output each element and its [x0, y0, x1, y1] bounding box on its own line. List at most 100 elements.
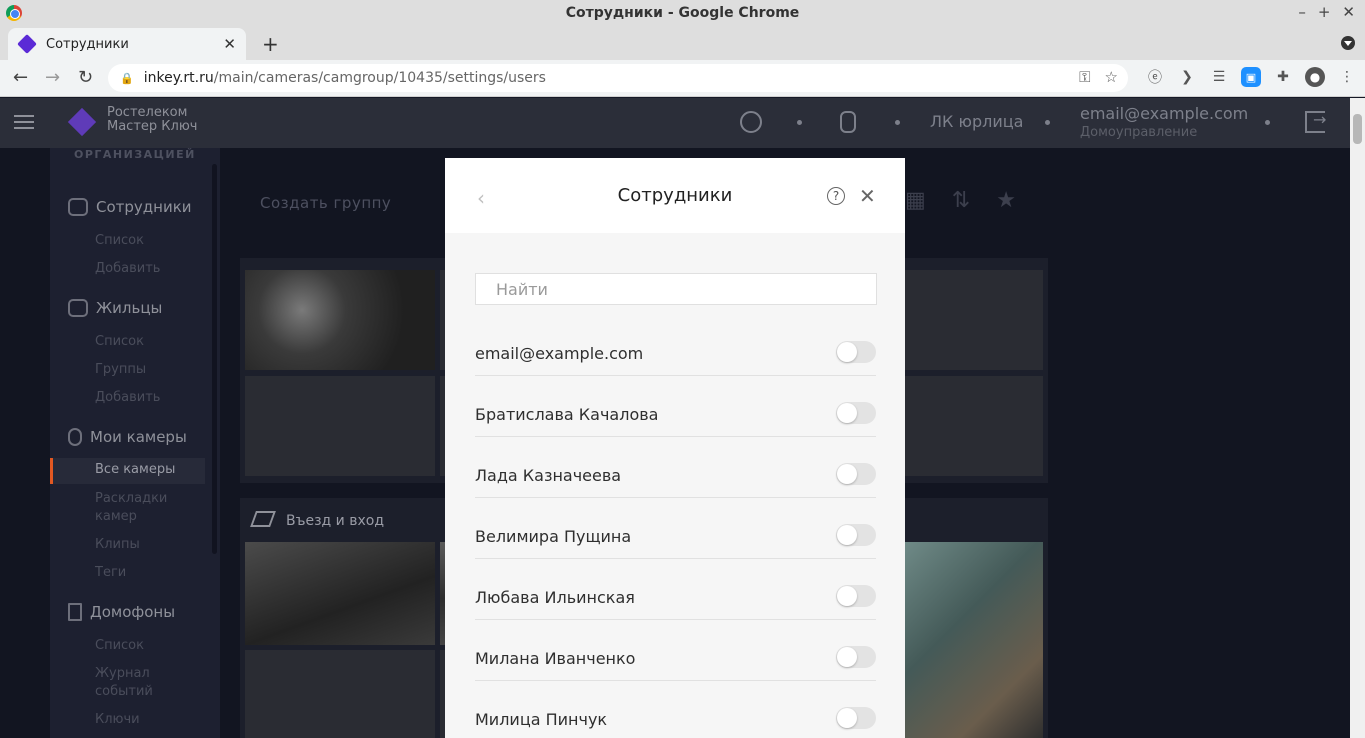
sidebar-section-label: Сотрудники — [96, 198, 192, 216]
sidebar-section-label: Домофоны — [90, 603, 176, 621]
reading-list-icon[interactable]: ☰ — [1209, 67, 1229, 87]
user-name: Братислава Качалова — [475, 405, 659, 424]
url-text: inkey.rt.ru/main/cameras/camgroup/10435/… — [144, 70, 546, 86]
sidebar-section-label: Жильцы — [96, 299, 163, 317]
sidebar-item-employees-add[interactable]: Добавить — [95, 260, 160, 278]
extension-blue-icon[interactable]: ▣ — [1241, 67, 1261, 87]
user-access-toggle[interactable] — [836, 463, 876, 485]
user-row: Лада Казначеева — [475, 458, 876, 498]
page-scrollbar[interactable] — [1350, 98, 1365, 738]
sidebar: ОРГАНИЗАЦИЕЙ Сотрудники Список Добавить … — [50, 148, 220, 738]
content-toolbar-icons: ▦ ⇅ ★ — [905, 188, 1016, 213]
sidebar-item-label: Все камеры — [95, 462, 176, 477]
extension-arrow-icon[interactable]: ❯ — [1177, 67, 1197, 87]
sidebar-item-intercoms-list[interactable]: Список — [95, 637, 144, 655]
user-row: Братислава Качалова — [475, 397, 876, 437]
page-scrollbar-thumb[interactable] — [1353, 114, 1362, 144]
url-host: inkey.rt.ru — [143, 70, 214, 86]
url-path: /main/cameras/camgroup/10435/settings/us… — [213, 70, 546, 86]
map-icon[interactable]: ▦ — [905, 188, 926, 213]
new-tab-icon[interactable]: + — [262, 32, 279, 56]
header-separator-dot — [895, 120, 900, 125]
sidebar-scrollbar[interactable] — [212, 164, 217, 554]
user-access-toggle[interactable] — [836, 402, 876, 424]
user-role: Домоуправление — [1080, 125, 1198, 140]
forward-icon[interactable]: → — [45, 67, 60, 88]
user-row: email@example.com — [475, 336, 876, 376]
user-row: Велимира Пущина — [475, 519, 876, 559]
logo-line2: Мастер Ключ — [107, 119, 198, 134]
sidebar-item-event-log[interactable]: Журнал событий — [95, 665, 165, 701]
logout-icon[interactable] — [1305, 110, 1326, 133]
user-name: email@example.com — [475, 344, 644, 363]
user-row: Любава Ильинская — [475, 580, 876, 620]
people-icon — [68, 198, 88, 216]
intercom-icon[interactable] — [840, 111, 856, 133]
header-separator-dot — [1265, 120, 1270, 125]
create-group-button[interactable]: Создать группу — [260, 194, 391, 212]
hamburger-menu-icon[interactable] — [14, 115, 34, 129]
user-access-toggle[interactable] — [836, 707, 876, 729]
close-icon[interactable]: ✕ — [859, 184, 876, 208]
user-access-toggle[interactable] — [836, 341, 876, 363]
address-bar[interactable]: 🔒 inkey.rt.ru/main/cameras/camgroup/1043… — [108, 64, 1128, 92]
tab-search-icon[interactable] — [1341, 36, 1355, 50]
camera-tile[interactable] — [905, 270, 1043, 370]
close-window-icon[interactable]: ✕ — [1342, 3, 1355, 21]
logo-line1: Ростелеком — [107, 105, 188, 120]
back-icon[interactable]: ← — [13, 67, 28, 88]
rostelecom-logo-icon[interactable] — [68, 108, 98, 138]
favorites-star-icon[interactable]: ★ — [996, 188, 1016, 213]
tab-close-icon[interactable]: ✕ — [223, 35, 236, 53]
camera-tile[interactable] — [245, 270, 435, 370]
browser-tab[interactable]: Сотрудники ✕ — [8, 28, 246, 60]
browser-menu-icon[interactable]: ⋮ — [1337, 67, 1357, 87]
sidebar-section-cameras[interactable]: Мои камеры — [68, 428, 187, 446]
header-separator-dot — [1045, 120, 1050, 125]
lock-icon[interactable]: 🔒 — [120, 72, 134, 85]
reload-icon[interactable]: ↻ — [78, 67, 93, 88]
minimize-icon[interactable]: – — [1298, 3, 1306, 21]
profile-avatar-icon[interactable]: ● — [1305, 67, 1325, 87]
sidebar-item-residents-groups[interactable]: Группы — [95, 361, 146, 379]
sidebar-item-residents-list[interactable]: Список — [95, 333, 144, 351]
camera-tile[interactable] — [905, 542, 1043, 738]
user-row: Милица Пинчук — [475, 702, 876, 738]
maximize-icon[interactable]: + — [1318, 3, 1331, 21]
account-type-link[interactable]: ЛК юрлица — [930, 112, 1023, 131]
user-email: email@example.com — [1080, 104, 1249, 123]
camera-group-title: Въезд и вход — [286, 513, 385, 529]
camera-tile[interactable] — [905, 376, 1043, 476]
sidebar-item-keys[interactable]: Ключи — [95, 711, 140, 729]
sidebar-item-tags[interactable]: Теги — [95, 564, 126, 582]
camera-tile[interactable] — [245, 376, 435, 476]
tab-strip: Сотрудники ✕ + — [0, 26, 1365, 60]
extension-e-icon[interactable]: ⓔ — [1145, 67, 1165, 87]
user-name: Милана Иванченко — [475, 649, 636, 668]
extensions-puzzle-icon[interactable]: ✚ — [1273, 67, 1293, 87]
user-access-toggle[interactable] — [836, 646, 876, 668]
sort-alpha-icon[interactable]: ⇅ — [952, 188, 970, 213]
sidebar-item-clips[interactable]: Клипы — [95, 536, 140, 554]
window-titlebar: Сотрудники - Google Chrome – + ✕ — [0, 0, 1365, 26]
camera-tile[interactable] — [245, 542, 435, 645]
sidebar-section-intercoms[interactable]: Домофоны — [68, 603, 175, 621]
sidebar-section-residents[interactable]: Жильцы — [68, 299, 162, 317]
key-icon[interactable]: ⚿ — [1079, 68, 1090, 86]
search-input[interactable] — [475, 273, 877, 305]
help-icon[interactable]: ? — [827, 187, 845, 205]
modal-header: ‹ Сотрудники ? ✕ — [445, 158, 905, 233]
sidebar-item-all-cameras[interactable]: Все камеры — [50, 458, 205, 484]
bookmark-star-icon[interactable]: ☆ — [1105, 68, 1118, 86]
user-info[interactable]: email@example.com Домоуправление — [1080, 104, 1248, 140]
support-lifebuoy-icon[interactable] — [740, 111, 762, 133]
logo-text[interactable]: Ростелеком Мастер Ключ — [107, 106, 197, 134]
employees-modal: ‹ Сотрудники ? ✕ email@example.com Брати… — [445, 158, 905, 738]
user-access-toggle[interactable] — [836, 585, 876, 607]
user-access-toggle[interactable] — [836, 524, 876, 546]
sidebar-item-employees-list[interactable]: Список — [95, 232, 144, 250]
camera-tile[interactable] — [245, 650, 435, 738]
sidebar-section-employees[interactable]: Сотрудники — [68, 198, 192, 216]
sidebar-item-camera-layouts[interactable]: Раскладки камер — [95, 490, 175, 526]
sidebar-item-residents-add[interactable]: Добавить — [95, 389, 160, 407]
